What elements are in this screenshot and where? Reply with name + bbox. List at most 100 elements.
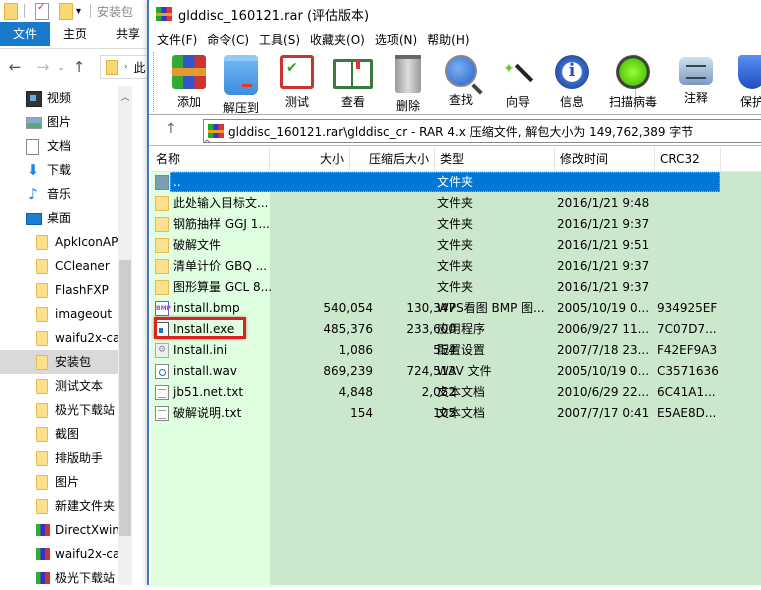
tree-item[interactable]: 文档 [0, 134, 118, 158]
menu-help[interactable]: 帮助(H) [427, 31, 469, 48]
tree-item[interactable]: 排版助手 [0, 446, 118, 470]
protect-icon [738, 55, 761, 89]
tree-item[interactable]: 新建文件夹 [0, 494, 118, 518]
tree-item[interactable]: 视频 [0, 86, 118, 110]
breadcrumb-item[interactable]: 此 [134, 59, 146, 76]
file-row[interactable]: jb51.net.txt 4,848 2,052 文本文档 2010/6/29 22..… [151, 382, 761, 403]
tree-item[interactable]: 安装包 [0, 350, 118, 374]
file-name: .. [173, 175, 181, 189]
archive-path-field[interactable]: glddisc_160121.rar\glddisc_cr - RAR 4.x … [203, 119, 761, 143]
file-name: 破解说明.txt [173, 406, 242, 420]
back-arrow-icon[interactable]: ← [4, 58, 26, 76]
info-button[interactable]: 信息 [546, 53, 598, 111]
file-size: 154 [350, 406, 373, 420]
protect-button[interactable]: 保护 [726, 53, 761, 111]
forward-arrow-icon[interactable]: → [32, 58, 54, 76]
virus-scan-button[interactable]: 扫描病毒 [607, 53, 659, 111]
ribbon-tab-share[interactable]: 共享 [116, 22, 140, 46]
scrollbar-thumb[interactable] [119, 260, 131, 536]
file-row[interactable]: 此处输入目标文... 文件夹 2016/1/21 9:48 [151, 193, 761, 214]
file-row[interactable]: 破解说明.txt 154 105 文本文档 2007/7/17 0:41 E5AE8D..… [151, 403, 761, 424]
column-header-modified[interactable]: 修改时间 [555, 147, 655, 171]
file-size: 869,239 [323, 364, 373, 378]
new-folder-icon[interactable] [59, 2, 73, 20]
folder-icon [36, 475, 48, 490]
tree-item[interactable]: 极光下载站 [0, 566, 118, 590]
file-row[interactable]: 图形算量 GCL 8... 文件夹 2016/1/21 9:37 [151, 277, 761, 298]
tree-item-label: 截图 [55, 427, 80, 441]
explorer-address-bar[interactable]: › 此 [100, 55, 151, 79]
bmp-file-icon: BMP [155, 301, 171, 316]
tree-item[interactable]: ApkIconAP [0, 230, 118, 254]
menu-file[interactable]: 文件(F) [157, 31, 197, 48]
file-type: 应用程序 [437, 322, 486, 336]
add-archive-icon [172, 55, 206, 89]
column-header-packed-size[interactable]: 压缩后大小 [350, 147, 435, 171]
file-row[interactable]: 钢筋抽样 GGJ 1... 文件夹 2016/1/21 9:37 [151, 214, 761, 235]
tree-item[interactable]: 图片 [0, 470, 118, 494]
column-header-type[interactable]: 类型 [435, 147, 555, 171]
up-arrow-icon[interactable]: ↑ [68, 58, 90, 76]
divider [24, 4, 25, 18]
recent-locations-chevron-icon[interactable]: ⌄ [54, 63, 68, 72]
ribbon-tab-home[interactable]: 主页 [63, 22, 87, 46]
tree-item-label: 安装包 [55, 355, 92, 369]
tree-item[interactable]: DirectXwin [0, 518, 118, 542]
file-row[interactable]: BMP install.bmp 540,054 130,347 WPS看图 BMP 图.… [151, 298, 761, 319]
customize-quick-access-icon[interactable]: ▾ [76, 6, 81, 17]
tree-item[interactable]: waifu2x-ca [0, 542, 118, 566]
file-modified: 2016/1/21 9:37 [557, 280, 650, 294]
column-header-crc32[interactable]: CRC32 [655, 147, 721, 171]
file-size: 1,086 [338, 343, 373, 357]
delete-button[interactable]: 删除 [382, 53, 434, 113]
folder-icon [4, 2, 18, 20]
navigation-scrollbar[interactable]: ︿ [118, 86, 132, 585]
explorer-title: 安装包 [97, 4, 134, 19]
menu-commands[interactable]: 命令(C) [207, 31, 249, 48]
column-header-name[interactable]: 名称 [151, 147, 270, 171]
info-label: 信息 [559, 95, 584, 109]
tree-item-label: DirectXwin [55, 523, 118, 537]
properties-icon[interactable] [35, 2, 49, 20]
add-button[interactable]: 添加 [163, 53, 215, 111]
explorer-title-bar: ▾ 安装包 [0, 0, 150, 22]
tree-item[interactable]: 测试文本 [0, 374, 118, 398]
column-header-size[interactable]: 大小 [270, 147, 350, 171]
up-one-level-icon[interactable]: ↑ [165, 121, 177, 137]
wizard-button[interactable]: 向导 [492, 53, 544, 111]
find-button[interactable]: 查找 [435, 53, 487, 111]
tree-item[interactable]: 桌面 [0, 206, 118, 230]
extract-to-button[interactable]: 解压到 [215, 53, 267, 115]
file-row[interactable]: 清单计价 GBQ ... 文件夹 2016/1/21 9:37 [151, 256, 761, 277]
file-size: 485,376 [323, 322, 373, 336]
ribbon-tab-file[interactable]: 文件 [0, 22, 50, 46]
file-modified: 2010/6/29 22... [557, 385, 650, 399]
file-modified: 2007/7/18 23... [557, 343, 650, 357]
view-icon [333, 59, 373, 89]
tree-item[interactable]: imageout [0, 302, 118, 326]
file-row[interactable]: 破解文件 文件夹 2016/1/21 9:51 [151, 235, 761, 256]
tree-item-label: 排版助手 [55, 451, 104, 465]
tree-item[interactable]: 极光下载站 [0, 398, 118, 422]
tree-item[interactable]: 图片 [0, 110, 118, 134]
menu-favorites[interactable]: 收藏夹(O) [310, 31, 365, 48]
tree-item[interactable]: FlashFXP [0, 278, 118, 302]
winrar-title-bar: glddisc_160121.rar (评估版本) [149, 0, 761, 28]
file-row[interactable]: .. 文件夹 [151, 172, 761, 193]
file-type: 文本文档 [437, 406, 486, 420]
tree-item[interactable]: waifu2x-ca [0, 326, 118, 350]
comment-button[interactable]: 注释 [670, 53, 722, 111]
test-button[interactable]: 测试 [271, 53, 323, 111]
tree-item[interactable]: CCleaner [0, 254, 118, 278]
tree-item[interactable]: ⬇ 下载 [0, 158, 118, 182]
toolbar-grip[interactable] [153, 52, 156, 112]
view-button[interactable]: 查看 [327, 53, 379, 111]
scroll-up-icon[interactable]: ︿ [118, 90, 132, 103]
menu-options[interactable]: 选项(N) [375, 31, 417, 48]
file-row[interactable]: ⚙ Install.ini 1,086 554 配置设置 2007/7/18 23... F… [151, 340, 761, 361]
tree-item[interactable]: ♪ 音乐 [0, 182, 118, 206]
menu-tools[interactable]: 工具(S) [259, 31, 300, 48]
tree-item[interactable]: 截图 [0, 422, 118, 446]
file-row[interactable]: install.wav 869,239 724,513 WAV 文件 2005/10/1… [151, 361, 761, 382]
breadcrumb-chevron-icon[interactable]: › [124, 62, 128, 72]
